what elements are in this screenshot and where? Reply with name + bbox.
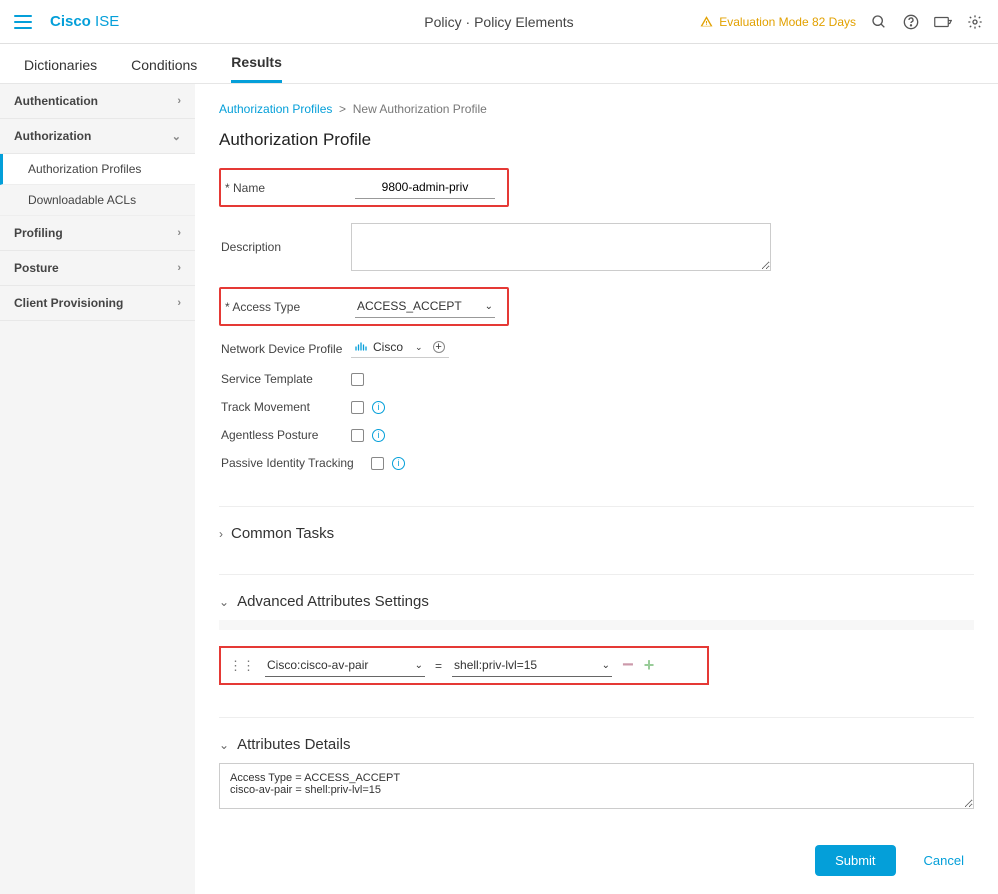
remove-icon[interactable]: −	[622, 654, 634, 677]
side-authorization[interactable]: Authorization⌄	[0, 119, 195, 154]
chevron-down-icon: ⌄	[219, 738, 229, 752]
page-heading: Authorization Profile	[219, 130, 974, 150]
tab-results[interactable]: Results	[231, 54, 282, 83]
advanced-header[interactable]: ⌄ Advanced Attributes Settings	[219, 593, 974, 610]
side-authentication[interactable]: Authentication›	[0, 84, 195, 119]
search-icon[interactable]	[870, 13, 888, 31]
adv-toolbar	[219, 620, 974, 630]
chevron-right-icon: ›	[177, 227, 181, 239]
chevron-down-icon: ⌄	[415, 342, 423, 353]
attr-detail-line: Access Type = ACCESS_ACCEPT	[230, 772, 963, 784]
chevron-right-icon: ›	[177, 262, 181, 274]
net-device-select[interactable]: Cisco ⌄ +	[351, 340, 449, 358]
passive-checkbox[interactable]	[371, 457, 384, 470]
chevron-down-icon: ⌄	[602, 660, 610, 671]
name-input[interactable]	[355, 176, 495, 199]
crumb-root[interactable]: Authorization Profiles	[219, 102, 332, 116]
footer-buttons: Submit Cancel	[219, 845, 974, 876]
side-dacls[interactable]: Downloadable ACLs	[0, 185, 195, 216]
menu-icon[interactable]	[14, 11, 36, 33]
chevron-down-icon: ⌄	[172, 130, 181, 143]
side-auth-profiles[interactable]: Authorization Profiles	[0, 154, 195, 185]
help-icon[interactable]	[902, 13, 920, 31]
evaluation-badge[interactable]: Evaluation Mode 82 Days	[700, 15, 856, 29]
submit-button[interactable]: Submit	[815, 845, 895, 876]
attr-details-box: Access Type = ACCESS_ACCEPT cisco-av-pai…	[219, 763, 974, 809]
attr-detail-line: cisco-av-pair = shell:priv-lvl=15	[230, 784, 963, 796]
description-row: Description	[219, 219, 974, 275]
equals-sign: =	[435, 659, 442, 673]
track-movement-label: Track Movement	[221, 400, 351, 414]
chevron-right-icon: ›	[177, 95, 181, 107]
info-icon[interactable]: i	[372, 429, 385, 442]
tab-dictionaries[interactable]: Dictionaries	[24, 57, 97, 83]
net-device-row: Network Device Profile Cisco ⌄ +	[219, 336, 974, 362]
add-icon[interactable]: +	[644, 655, 655, 676]
info-icon[interactable]: i	[372, 401, 385, 414]
advanced-attr-row: ⋮⋮ Cisco:cisco-av-pair ⌄ = shell:priv-lv…	[219, 646, 709, 685]
description-input[interactable]	[351, 223, 771, 271]
name-row-highlight: Name	[219, 168, 509, 207]
tools-icon[interactable]	[934, 13, 952, 31]
attr-details-header[interactable]: ⌄ Attributes Details	[219, 736, 974, 753]
chevron-right-icon: ›	[219, 527, 223, 541]
net-device-label: Network Device Profile	[221, 342, 351, 356]
service-template-checkbox[interactable]	[351, 373, 364, 386]
side-posture[interactable]: Posture›	[0, 251, 195, 286]
breadcrumb: Authorization Profiles > New Authorizati…	[219, 102, 974, 116]
access-type-label: Access Type	[225, 300, 355, 314]
sidebar: Authentication› Authorization⌄ Authoriza…	[0, 84, 195, 894]
service-template-label: Service Template	[221, 372, 351, 386]
drag-handle-icon[interactable]: ⋮⋮	[229, 658, 255, 674]
chevron-down-icon: ⌄	[485, 301, 493, 312]
cisco-icon	[355, 342, 367, 352]
attr-name-select[interactable]: Cisco:cisco-av-pair ⌄	[265, 654, 425, 677]
side-client-prov[interactable]: Client Provisioning›	[0, 286, 195, 321]
main-content: Authorization Profiles > New Authorizati…	[195, 84, 998, 894]
brand-sub: ISE	[95, 13, 119, 30]
attr-value-select[interactable]: shell:priv-lvl=15 ⌄	[452, 654, 612, 677]
brand-main: Cisco	[50, 13, 91, 30]
settings-icon[interactable]	[966, 13, 984, 31]
agentless-checkbox[interactable]	[351, 429, 364, 442]
app-header: Cisco ISE Policy · Policy Elements Evalu…	[0, 0, 998, 44]
tab-conditions[interactable]: Conditions	[131, 57, 197, 83]
agentless-label: Agentless Posture	[221, 428, 351, 442]
chevron-right-icon: ›	[177, 297, 181, 309]
info-icon[interactable]: i	[392, 457, 405, 470]
access-type-select[interactable]: ACCESS_ACCEPT ⌄	[355, 295, 495, 318]
warning-icon	[700, 15, 713, 28]
add-icon[interactable]: +	[433, 341, 445, 353]
chevron-down-icon: ⌄	[219, 595, 229, 609]
name-label: Name	[225, 181, 355, 195]
description-label: Description	[221, 240, 351, 254]
crumb-current: New Authorization Profile	[353, 102, 487, 116]
chevron-down-icon: ⌄	[415, 660, 423, 671]
track-movement-checkbox[interactable]	[351, 401, 364, 414]
common-tasks-header[interactable]: › Common Tasks	[219, 525, 974, 542]
top-tabs: Dictionaries Conditions Results	[0, 44, 998, 84]
cancel-button[interactable]: Cancel	[924, 853, 964, 868]
side-profiling[interactable]: Profiling›	[0, 216, 195, 251]
passive-label: Passive Identity Tracking	[221, 456, 371, 470]
access-type-highlight: Access Type ACCESS_ACCEPT ⌄	[219, 287, 509, 326]
brand-logo: Cisco ISE	[50, 13, 119, 30]
